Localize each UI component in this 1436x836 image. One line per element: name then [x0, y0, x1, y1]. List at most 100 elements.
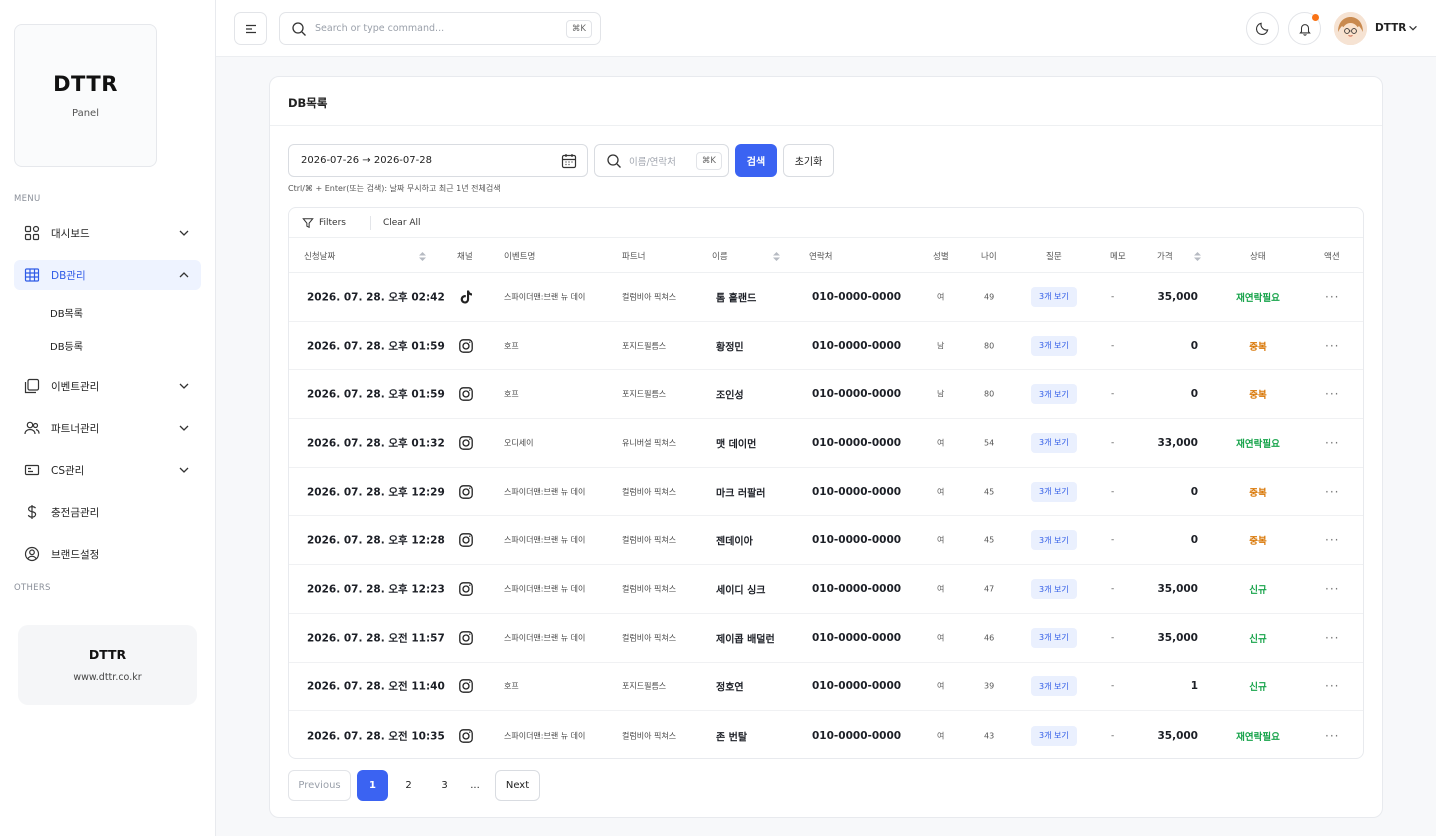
- sort-icon[interactable]: [419, 252, 426, 261]
- cell-memo: -: [1111, 340, 1115, 351]
- more-actions-icon[interactable]: ···: [1325, 339, 1339, 353]
- clear-all-button[interactable]: Clear All: [383, 218, 421, 228]
- cell-date: 2026. 07. 28. 오전 10:35: [307, 730, 445, 743]
- sidebar-item-dashboard[interactable]: 대시보드: [14, 218, 201, 248]
- sidebar-subitem-db-list[interactable]: DB목록: [50, 305, 83, 320]
- more-actions-icon[interactable]: ···: [1325, 582, 1339, 596]
- view-questions-button[interactable]: 3개 보기: [1031, 335, 1077, 356]
- filters-button[interactable]: Filters: [302, 217, 346, 229]
- filters-label: Filters: [319, 217, 346, 228]
- cell-age: 45: [984, 535, 995, 545]
- others-card-url[interactable]: www.dttr.co.kr: [73, 672, 141, 683]
- cell-partner: 컬럼비아 픽쳐스: [622, 535, 677, 545]
- status-text: 신규: [1249, 682, 1267, 694]
- page-button-2[interactable]: 2: [393, 770, 424, 801]
- table-row[interactable]: 2026. 07. 28. 오전 11:40 호프 포지드필름스 정호연 010-000…: [289, 663, 1363, 712]
- sidebar-item-label: 브랜드설정: [51, 548, 100, 561]
- more-actions-icon[interactable]: ···: [1325, 387, 1339, 401]
- sidebar-item-db[interactable]: DB관리: [14, 260, 201, 290]
- brand-card[interactable]: DTTR Panel: [14, 24, 157, 167]
- table-row[interactable]: 2026. 07. 28. 오전 10:35 스파이더맨:브랜 뉴 데이 컬럼비아 …: [289, 711, 1363, 758]
- sort-icon[interactable]: [1194, 252, 1201, 261]
- search-icon: [292, 21, 306, 36]
- cell-age: 43: [984, 731, 995, 741]
- view-questions-button[interactable]: 3개 보기: [1031, 579, 1077, 600]
- reset-button[interactable]: 초기화: [783, 144, 834, 177]
- table-row[interactable]: 2026. 07. 28. 오후 12:28 스파이더맨:브랜 뉴 데이 컬럼비아 …: [289, 517, 1363, 566]
- col-gender: 성별: [933, 252, 949, 262]
- cell-price: 0: [1190, 485, 1198, 498]
- dark-mode-toggle[interactable]: [1246, 12, 1279, 45]
- more-actions-icon[interactable]: ···: [1325, 436, 1339, 450]
- table-row[interactable]: 2026. 07. 28. 오후 01:59 호프 포지드필름스 황정민 010-000…: [289, 322, 1363, 371]
- view-questions-button[interactable]: 3개 보기: [1031, 384, 1077, 405]
- more-actions-icon[interactable]: ···: [1325, 631, 1339, 645]
- search-button[interactable]: 검색: [735, 144, 777, 177]
- chevron-up-icon: [179, 272, 189, 278]
- col-name[interactable]: 이름: [712, 250, 728, 262]
- cell-name: 톰 홀랜드: [716, 293, 757, 305]
- cell-date: 2026. 07. 28. 오후 01:59: [307, 388, 445, 401]
- name-phone-search-input[interactable]: 이름/연락처 ⌘K: [594, 144, 729, 177]
- more-actions-icon[interactable]: ···: [1325, 729, 1339, 743]
- table-icon: [23, 266, 41, 284]
- cell-event: 스파이더맨:브랜 뉴 데이: [504, 633, 586, 643]
- view-questions-button[interactable]: 3개 보기: [1031, 481, 1077, 502]
- sort-icon[interactable]: [773, 252, 780, 261]
- cell-age: 47: [984, 584, 995, 594]
- view-questions-button[interactable]: 3개 보기: [1031, 286, 1077, 307]
- col-memo: 메모: [1110, 252, 1126, 262]
- cell-event: 스파이더맨:브랜 뉴 데이: [504, 731, 586, 741]
- cell-age: 49: [984, 292, 995, 302]
- cell-date: 2026. 07. 28. 오후 12:23: [307, 583, 445, 596]
- cell-event: 스파이더맨:브랜 뉴 데이: [504, 535, 586, 545]
- cell-partner: 컬럼비아 픽쳐스: [622, 731, 677, 741]
- notifications-button[interactable]: [1288, 12, 1321, 45]
- cell-event: 호프: [504, 389, 519, 399]
- sidebar-item-charge[interactable]: 충전금관리: [14, 497, 201, 527]
- table-row[interactable]: 2026. 07. 28. 오후 12:29 스파이더맨:브랜 뉴 데이 컬럼비아 …: [289, 468, 1363, 517]
- table-row[interactable]: 2026. 07. 28. 오후 02:42 스파이더맨:브랜 뉴 데이 컬럼비아 …: [289, 273, 1363, 322]
- avatar[interactable]: [1334, 12, 1367, 45]
- command-search-input[interactable]: Search or type command... ⌘K: [279, 12, 601, 45]
- more-actions-icon[interactable]: ···: [1325, 533, 1339, 547]
- table-row[interactable]: 2026. 07. 28. 오후 12:23 스파이더맨:브랜 뉴 데이 컬럼비아 …: [289, 565, 1363, 614]
- table-row[interactable]: 2026. 07. 28. 오후 01:59 호프 포지드필름스 조인성 010-000…: [289, 370, 1363, 420]
- sidebar-item-label: 충전금관리: [51, 506, 100, 519]
- chevron-down-icon: [179, 230, 189, 236]
- others-card[interactable]: DTTR www.dttr.co.kr: [18, 625, 197, 705]
- cell-gender: 여: [937, 292, 945, 302]
- view-questions-button[interactable]: 3개 보기: [1031, 676, 1077, 697]
- more-actions-icon[interactable]: ···: [1325, 485, 1339, 499]
- sidebar-item-brand-settings[interactable]: 브랜드설정: [14, 539, 201, 569]
- cell-gender: 여: [937, 438, 945, 448]
- table-row[interactable]: 2026. 07. 28. 오전 11:57 스파이더맨:브랜 뉴 데이 컬럼비아 …: [289, 614, 1363, 663]
- more-actions-icon[interactable]: ···: [1325, 290, 1339, 304]
- sidebar-item-cs[interactable]: CS관리: [14, 455, 201, 485]
- col-price[interactable]: 가격: [1157, 250, 1173, 262]
- next-page-button[interactable]: Next: [495, 770, 540, 801]
- chevron-down-icon[interactable]: [1407, 22, 1419, 34]
- menu-toggle-button[interactable]: [234, 12, 267, 45]
- sidebar-item-partners[interactable]: 파트너관리: [14, 413, 201, 443]
- page-button-1[interactable]: 1: [357, 770, 388, 801]
- view-questions-button[interactable]: 3개 보기: [1031, 627, 1077, 648]
- cell-age: 39: [984, 681, 995, 691]
- instagram-icon: [458, 386, 474, 402]
- view-questions-button[interactable]: 3개 보기: [1031, 530, 1077, 551]
- sidebar-item-events[interactable]: 이벤트관리: [14, 371, 201, 401]
- sidebar-subitem-db-register[interactable]: DB등록: [50, 338, 83, 353]
- previous-page-button[interactable]: Previous: [288, 770, 351, 801]
- cell-partner: 컬럼비아 픽쳐스: [622, 487, 677, 497]
- date-range-value: 2026-07-26 → 2026-07-28: [301, 155, 432, 166]
- pagination-ellipsis: ...: [470, 780, 480, 791]
- page-button-3[interactable]: 3: [429, 770, 460, 801]
- user-name[interactable]: DTTR: [1375, 22, 1406, 34]
- col-date[interactable]: 신청날짜: [304, 250, 335, 262]
- view-questions-button[interactable]: 3개 보기: [1031, 432, 1077, 453]
- view-questions-button[interactable]: 3개 보기: [1031, 725, 1077, 746]
- cell-date: 2026. 07. 28. 오전 11:40: [307, 680, 445, 693]
- more-actions-icon[interactable]: ···: [1325, 679, 1339, 693]
- table-row[interactable]: 2026. 07. 28. 오후 01:32 오디세이 유니버설 픽쳐스 맷 데이먼 0…: [289, 419, 1363, 468]
- date-range-picker[interactable]: 2026-07-26 → 2026-07-28: [288, 144, 588, 177]
